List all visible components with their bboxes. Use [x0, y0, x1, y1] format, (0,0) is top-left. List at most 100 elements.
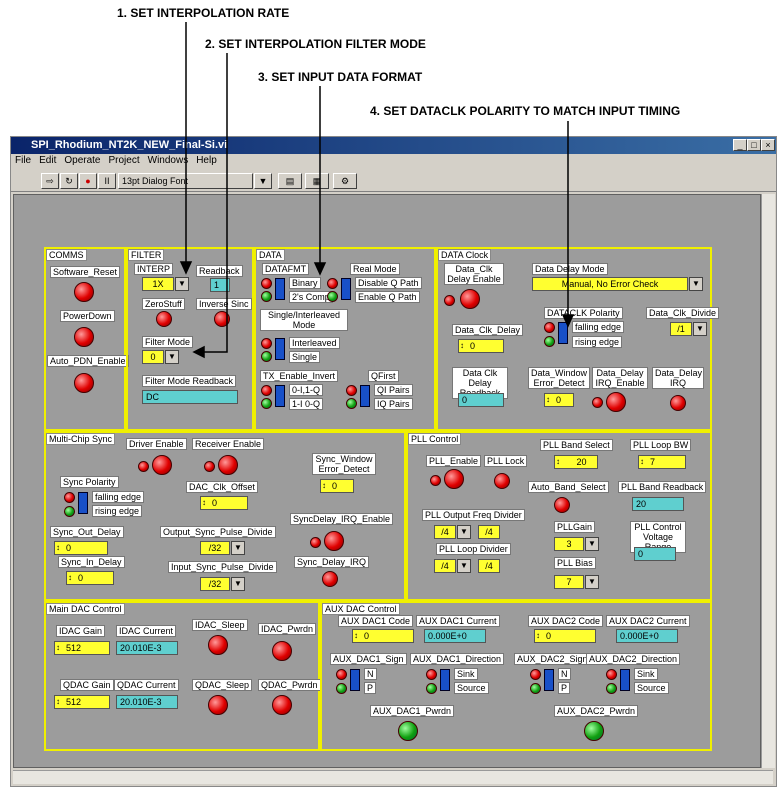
tx0-label: 0-I,1-Q	[289, 384, 324, 396]
clk-divide-select[interactable]: /1	[670, 322, 692, 336]
irq-enable-button[interactable]	[606, 392, 626, 412]
vertical-scrollbar[interactable]	[761, 194, 775, 768]
menu-project[interactable]: Project	[105, 155, 144, 166]
d1code-input[interactable]: 0	[352, 629, 414, 643]
chevron-down-icon[interactable]: ▼	[689, 277, 703, 291]
menu-operate[interactable]: Operate	[60, 155, 104, 166]
red-led-icon	[204, 461, 215, 472]
chevron-down-icon[interactable]: ▼	[175, 277, 189, 291]
auto-band-button[interactable]	[554, 497, 570, 513]
interp-select[interactable]: 1X	[142, 277, 174, 291]
clk-delay-input[interactable]: 0	[458, 339, 504, 353]
pll-section: PLL Control PLL_Enable PLL Lock PLL Band…	[406, 431, 712, 601]
close-button[interactable]: ×	[761, 139, 775, 151]
auto-pdn-button[interactable]	[74, 373, 94, 393]
sync-window-input[interactable]: 0	[320, 479, 354, 493]
menu-windows[interactable]: Windows	[144, 155, 193, 166]
binary-label: Binary	[289, 277, 321, 289]
polarity-switch[interactable]	[558, 322, 568, 344]
d2cur-value: 0.000E+0	[616, 629, 678, 643]
dac-clk-offset-input[interactable]: 0	[200, 496, 248, 510]
pll-enable-button[interactable]	[444, 469, 464, 489]
auto-band-label: Auto_Band_Select	[528, 481, 609, 493]
software-reset-button[interactable]	[74, 282, 94, 302]
green-led-icon	[261, 351, 272, 362]
inverse-sinc-label: Inverse Sinc	[196, 298, 252, 310]
align-icon[interactable]: ▤	[278, 173, 302, 189]
d1pwr-button[interactable]	[398, 721, 418, 741]
minimize-button[interactable]: _	[733, 139, 747, 151]
red-led-icon	[346, 385, 357, 396]
qdac-pwrdn-button[interactable]	[272, 695, 292, 715]
zerostuff-button[interactable]	[156, 311, 172, 327]
qdac-sleep-button[interactable]	[208, 695, 228, 715]
pause-icon[interactable]: II	[98, 173, 116, 189]
sync-irq-enable-button[interactable]	[324, 531, 344, 551]
sync-irq-label: Sync_Delay_IRQ	[294, 556, 370, 568]
annotation-3: 3. SET INPUT DATA FORMAT	[258, 70, 423, 84]
idac-sleep-button[interactable]	[208, 635, 228, 655]
horizontal-scrollbar[interactable]	[13, 770, 773, 784]
inverse-sinc-button[interactable]	[214, 311, 230, 327]
filter-mode-select[interactable]: 0	[142, 350, 164, 364]
single-inter-switch[interactable]	[275, 338, 285, 360]
win-err-input[interactable]: 0	[544, 393, 574, 407]
loop-div-select[interactable]: /4	[434, 559, 456, 573]
menu-help[interactable]: Help	[192, 155, 221, 166]
d2pwr-button[interactable]	[584, 721, 604, 741]
idac-pwrdn-button[interactable]	[272, 641, 292, 661]
menu-file[interactable]: File	[11, 155, 35, 166]
delay-enable-button[interactable]	[460, 289, 480, 309]
sync-out-delay-input[interactable]: 0	[54, 541, 108, 555]
out-div-select[interactable]: /4	[434, 525, 456, 539]
rising-edge-label: rising edge	[572, 336, 623, 348]
data-title: DATA	[256, 249, 285, 261]
reorder-icon[interactable]: ⚙	[333, 173, 357, 189]
in-pulse-select[interactable]: /32	[200, 577, 230, 591]
datafmt-switch[interactable]	[275, 278, 285, 300]
chevron-down-icon[interactable]: ▼	[457, 525, 471, 539]
powerdown-button[interactable]	[74, 327, 94, 347]
filter-section: FILTER INTERP 1X ▼ Readback 1 ZeroStuff …	[126, 247, 254, 431]
out-pulse-select[interactable]: /32	[200, 541, 230, 555]
abort-icon[interactable]: ●	[79, 173, 97, 189]
chevron-down-icon[interactable]: ▼	[165, 350, 179, 364]
run-continuous-icon[interactable]: ↻	[60, 173, 78, 189]
qdac-gain-input[interactable]: 512	[54, 695, 110, 709]
run-arrow-icon[interactable]: ⇨	[41, 173, 59, 189]
comms-section: COMMS Software_Reset PowerDown Auto_PDN_…	[44, 247, 129, 431]
in-pulse-label: Input_Sync_Pulse_Divide	[168, 561, 277, 573]
delay-mode-select[interactable]: Manual, No Error Check	[532, 277, 688, 291]
d2dir-switch[interactable]	[620, 669, 630, 691]
sync-in-delay-input[interactable]: 0	[66, 571, 114, 585]
chevron-down-icon[interactable]: ▼	[457, 559, 471, 573]
distribute-icon[interactable]: ▦	[305, 173, 329, 189]
red-led-icon	[261, 338, 272, 349]
sync-polarity-switch[interactable]	[78, 492, 88, 514]
chevron-down-icon[interactable]: ▼	[585, 575, 599, 589]
chevron-down-icon[interactable]: ▼	[254, 173, 272, 189]
d2sign-switch[interactable]	[544, 669, 554, 691]
menu-edit[interactable]: Edit	[35, 155, 60, 166]
chevron-down-icon[interactable]: ▼	[585, 537, 599, 551]
d1dir-switch[interactable]	[440, 669, 450, 691]
font-selector[interactable]: 13pt Dialog Font	[118, 173, 253, 189]
chevron-down-icon[interactable]: ▼	[693, 322, 707, 336]
d1sign-switch[interactable]	[350, 669, 360, 691]
pll-gain-select[interactable]: 3	[554, 537, 584, 551]
real-mode-switch[interactable]	[341, 278, 351, 300]
idac-gain-input[interactable]: 512	[54, 641, 110, 655]
chevron-down-icon[interactable]: ▼	[231, 541, 245, 555]
qfirst-switch[interactable]	[360, 385, 370, 407]
tx-enable-switch[interactable]	[275, 385, 285, 407]
loop-bw-input[interactable]: 7	[638, 455, 686, 469]
main-dac-title: Main DAC Control	[46, 603, 125, 615]
idac-current-value: 20.010E-3	[116, 641, 178, 655]
band-select-input[interactable]: 20	[554, 455, 598, 469]
driver-enable-button[interactable]	[152, 455, 172, 475]
maximize-button[interactable]: □	[747, 139, 761, 151]
d2code-input[interactable]: 0	[534, 629, 596, 643]
receiver-enable-button[interactable]	[218, 455, 238, 475]
pll-bias-select[interactable]: 7	[554, 575, 584, 589]
chevron-down-icon[interactable]: ▼	[231, 577, 245, 591]
